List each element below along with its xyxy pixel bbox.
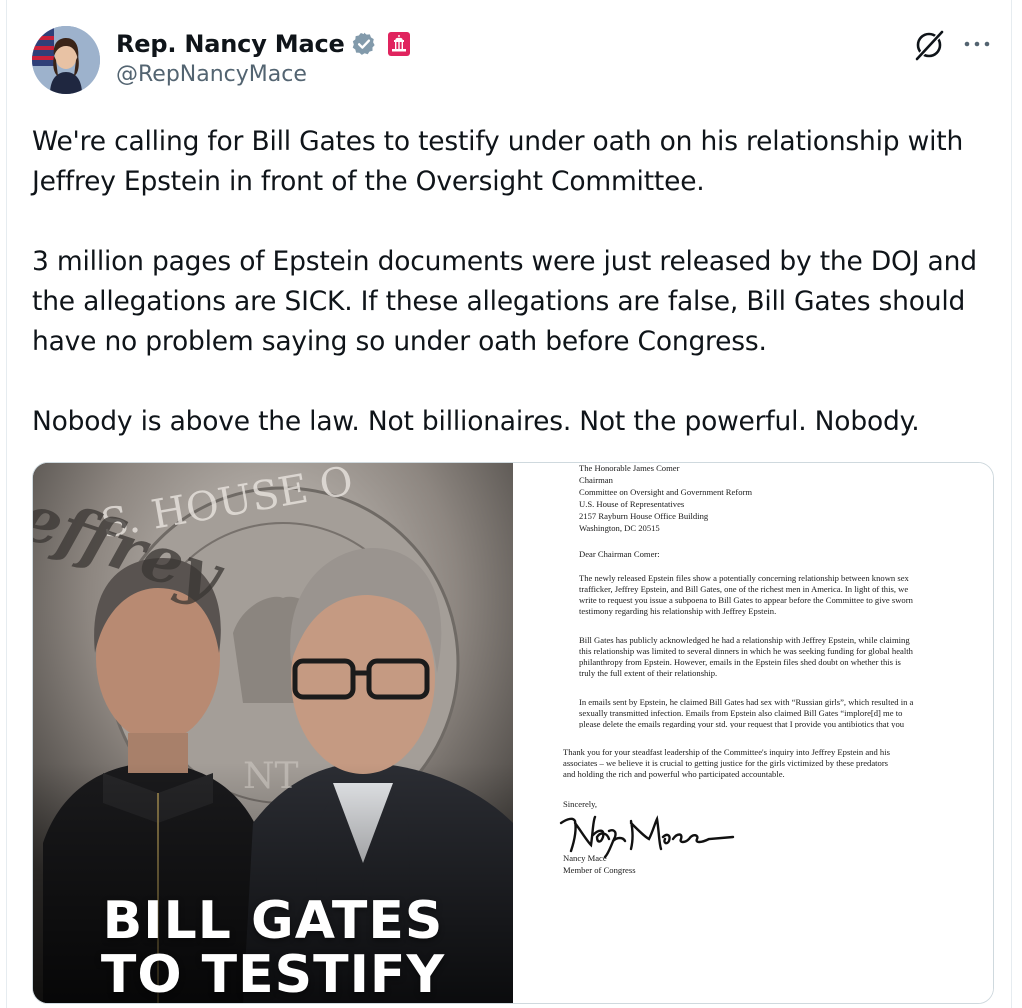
media-photo-gates-epstein[interactable]: S. HOUSE O effrey NT BILL GATES TO TESTI…	[33, 463, 513, 1004]
tweet-text: We're calling for Bill Gates to testify …	[32, 122, 1002, 482]
letter-address-line: The Honorable James Comer	[579, 463, 680, 473]
letter-line: please delete the emails regarding your …	[579, 719, 905, 728]
letter-address-line: Committee on Oversight and Government Re…	[579, 487, 753, 497]
photo-headline-line1: BILL GATES	[102, 891, 444, 951]
tweet-paragraph: We're calling for Bill Gates to testify …	[32, 126, 964, 197]
grok-icon[interactable]	[912, 28, 946, 62]
letter-line: sexually transmitted infection. Emails f…	[579, 708, 903, 718]
author-display-name[interactable]: Rep. Nancy Mace	[116, 30, 345, 58]
letter-line: testimony regarding his relationship wit…	[579, 606, 777, 616]
letter-signer-title: Member of Congress	[563, 865, 636, 875]
letter-line: and holding the rich and powerful who pa…	[563, 769, 785, 779]
letter-line: Thank you for your steadfast leadership …	[563, 747, 890, 757]
avatar-photo	[32, 26, 100, 94]
letter-signer-name: Nancy Mace	[563, 853, 607, 863]
tweet-paragraph: 3 million pages of Epstein documents wer…	[32, 246, 977, 357]
letter-address-line: U.S. House of Representatives	[579, 499, 685, 509]
letter-line: write to request you issue a subpoena to…	[579, 595, 913, 605]
letter-line: trafficker, Jeffrey Epstein, and Bill Ga…	[579, 584, 909, 594]
letter-line: In emails sent by Epstein, he claimed Bi…	[579, 697, 914, 707]
us-capitol-icon	[387, 31, 411, 57]
signature-image	[553, 801, 743, 859]
media-letter-image[interactable]: The Honorable James Comer Chairman Commi…	[513, 463, 993, 1003]
author-handle[interactable]: @RepNancyMace	[116, 62, 307, 87]
letter-line: Bill Gates has publicly acknowledged he …	[579, 635, 910, 645]
letter-salutation: Dear Chairman Comer:	[579, 549, 660, 559]
author-name-row: Rep. Nancy Mace	[116, 28, 411, 60]
tweet-media[interactable]: S. HOUSE O effrey NT BILL GATES TO TESTI…	[32, 462, 994, 1004]
letter-line: philanthropy from Epstein. However, emai…	[579, 657, 901, 667]
letter-line: truly the full extent of their relations…	[579, 668, 718, 678]
letter-address-line: Chairman	[579, 475, 613, 485]
letter-address-line: Washington, DC 20515	[579, 523, 660, 533]
letter-line: associates – we believe it is crucial to…	[563, 758, 889, 768]
avatar[interactable]	[32, 26, 100, 94]
seal-bottom-text: NT	[243, 756, 299, 797]
letter-line: this relationship was limited to several…	[579, 646, 913, 656]
more-dots-icon[interactable]	[962, 34, 992, 54]
letter-address-line: 2157 Rayburn House Office Building	[579, 511, 709, 521]
tweet-paragraph: Nobody is above the law. Not billionaire…	[32, 406, 920, 437]
letter-line: The newly released Epstein files show a …	[579, 573, 909, 583]
verified-badge-icon	[351, 31, 377, 57]
photo-headline-line2: TO TESTIFY	[100, 945, 446, 1004]
